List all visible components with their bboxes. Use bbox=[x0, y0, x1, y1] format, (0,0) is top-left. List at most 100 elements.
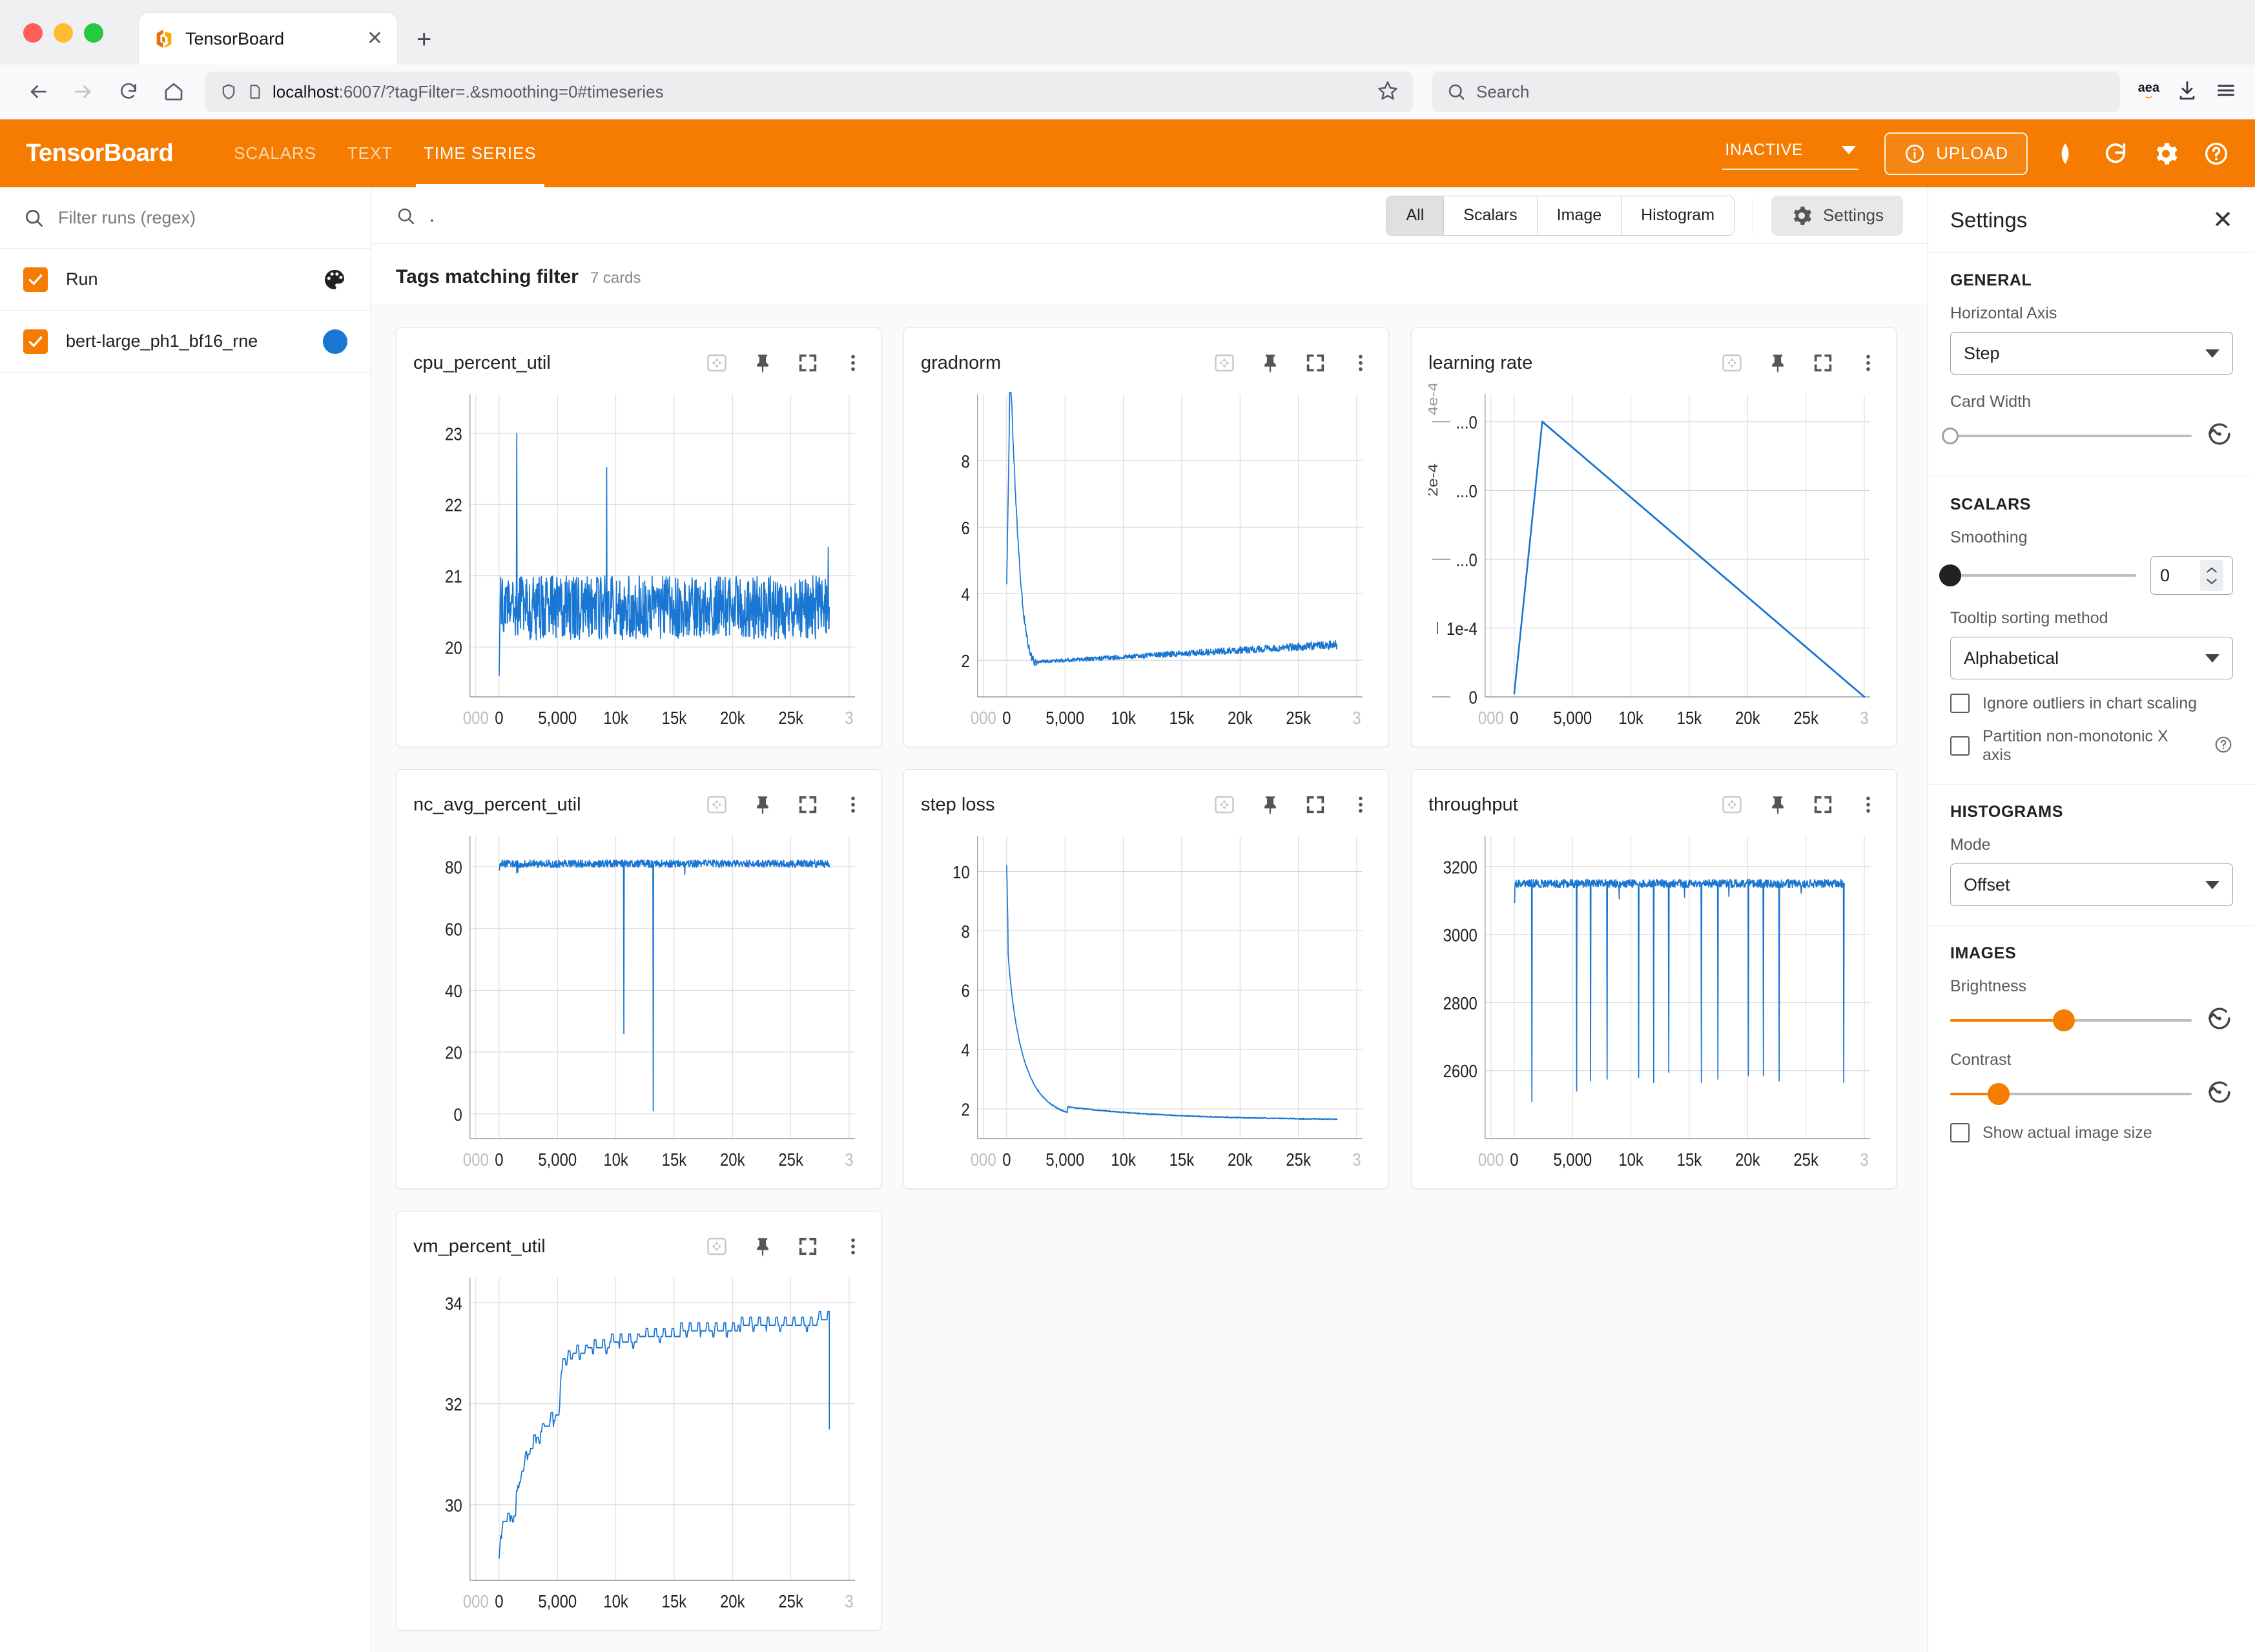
data-fit-icon[interactable] bbox=[1213, 351, 1236, 375]
reset-contrast-icon[interactable] bbox=[2206, 1079, 2233, 1109]
horizontal-axis-select[interactable]: Step bbox=[1950, 332, 2233, 375]
data-fit-icon[interactable] bbox=[1720, 351, 1744, 375]
data-fit-icon[interactable] bbox=[1213, 793, 1236, 816]
ignore-outliers-checkbox[interactable] bbox=[1950, 694, 1970, 713]
chart-plot[interactable]: 34323000005,00010k15k20k25k3 bbox=[413, 1267, 864, 1621]
cards-scroll-area[interactable]: Tags matching filter 7 cards cpu_percent… bbox=[371, 244, 1928, 1652]
home-button[interactable] bbox=[154, 72, 194, 112]
pin-icon[interactable] bbox=[1767, 794, 1789, 816]
pin-icon[interactable] bbox=[752, 794, 774, 816]
pin-icon[interactable] bbox=[1767, 352, 1789, 374]
fullscreen-icon[interactable] bbox=[1304, 352, 1326, 374]
data-fit-icon[interactable] bbox=[705, 351, 728, 375]
smoothing-stepper[interactable] bbox=[2200, 560, 2223, 591]
ignore-outliers-row[interactable]: Ignore outliers in chart scaling bbox=[1950, 694, 2233, 713]
fullscreen-icon[interactable] bbox=[1304, 794, 1326, 816]
reset-brightness-icon[interactable] bbox=[2206, 1005, 2233, 1035]
svg-text:000: 000 bbox=[463, 1591, 489, 1611]
select-all-runs-checkbox[interactable] bbox=[23, 267, 48, 292]
run-item[interactable]: bert-large_ph1_bf16_rne bbox=[0, 311, 371, 373]
pill-scalars[interactable]: Scalars bbox=[1444, 196, 1537, 235]
bookmark-star-icon[interactable] bbox=[1377, 79, 1399, 105]
slider-thumb[interactable] bbox=[1988, 1083, 2010, 1105]
chart-plot[interactable]: 10864200005,00010k15k20k25k3 bbox=[921, 825, 1372, 1179]
close-window-button[interactable] bbox=[23, 23, 43, 43]
svg-text:4: 4 bbox=[961, 584, 969, 604]
downloads-icon[interactable] bbox=[2176, 79, 2198, 105]
chart-plot[interactable]: 320030002800260000005,00010k15k20k25k3 bbox=[1428, 825, 1879, 1179]
smoothing-number-input[interactable]: 0 bbox=[2150, 556, 2233, 595]
more-vert-icon[interactable] bbox=[842, 1235, 864, 1257]
tab-scalars[interactable]: SCALARS bbox=[218, 119, 332, 187]
partition-help-icon[interactable] bbox=[2214, 735, 2233, 758]
fullscreen-icon[interactable] bbox=[1812, 794, 1834, 816]
more-vert-icon[interactable] bbox=[842, 794, 864, 816]
svg-text:15k: 15k bbox=[662, 1149, 687, 1170]
run-status-dropdown[interactable]: INACTIVE bbox=[1722, 137, 1859, 170]
chart-plot[interactable]: ...0...0...01e-404e-42e-400005,00010k15k… bbox=[1428, 384, 1879, 738]
upload-button[interactable]: UPLOAD bbox=[1884, 132, 2028, 175]
dark-mode-icon[interactable] bbox=[2052, 141, 2078, 167]
tooltip-sorting-select[interactable]: Alphabetical bbox=[1950, 637, 2233, 679]
fullscreen-icon[interactable] bbox=[797, 1235, 819, 1257]
slider-thumb[interactable] bbox=[1942, 428, 1959, 444]
show-actual-size-checkbox[interactable] bbox=[1950, 1123, 1970, 1142]
minimize-window-button[interactable] bbox=[54, 23, 73, 43]
data-fit-icon[interactable] bbox=[705, 1235, 728, 1258]
slider-thumb[interactable] bbox=[1939, 564, 1961, 586]
aea-extension-icon[interactable]: aea ⌣ bbox=[2138, 81, 2159, 102]
reload-button[interactable] bbox=[108, 72, 149, 112]
pill-all[interactable]: All bbox=[1386, 196, 1444, 235]
partition-x-axis-row[interactable]: Partition non-monotonic X axis bbox=[1950, 727, 2233, 765]
fullscreen-icon[interactable] bbox=[1812, 352, 1834, 374]
reset-card-width-icon[interactable] bbox=[2206, 420, 2233, 451]
pin-icon[interactable] bbox=[1259, 794, 1281, 816]
more-vert-icon[interactable] bbox=[1350, 352, 1372, 374]
browser-search-box[interactable]: Search bbox=[1432, 72, 2120, 112]
close-settings-icon[interactable]: ✕ bbox=[2212, 208, 2233, 232]
data-fit-icon[interactable] bbox=[1720, 793, 1744, 816]
browser-menu-icon[interactable] bbox=[2215, 79, 2237, 105]
browser-tab[interactable]: TensorBoard ✕ bbox=[139, 13, 397, 65]
pin-icon[interactable] bbox=[1259, 352, 1281, 374]
forward-button[interactable] bbox=[63, 72, 103, 112]
chart-plot[interactable]: 2322212000005,00010k15k20k25k3 bbox=[413, 384, 864, 738]
settings-gear-icon[interactable] bbox=[2153, 141, 2179, 167]
back-button[interactable] bbox=[18, 72, 58, 112]
tab-time-series[interactable]: TIME SERIES bbox=[408, 119, 552, 187]
run-checkbox[interactable] bbox=[23, 329, 48, 354]
maximize-window-button[interactable] bbox=[84, 23, 103, 43]
partition-x-axis-checkbox[interactable] bbox=[1950, 736, 1970, 756]
histogram-mode-select[interactable]: Offset bbox=[1950, 863, 2233, 906]
runs-filter-input[interactable]: Filter runs (regex) bbox=[0, 187, 371, 249]
color-palette-icon[interactable] bbox=[322, 267, 347, 293]
refresh-icon[interactable] bbox=[2103, 141, 2128, 167]
card-width-slider[interactable] bbox=[1950, 423, 2192, 449]
slider-thumb[interactable] bbox=[2053, 1009, 2075, 1031]
pin-icon[interactable] bbox=[752, 352, 774, 374]
pill-image[interactable]: Image bbox=[1538, 196, 1622, 235]
tag-filter-value: . bbox=[429, 205, 435, 226]
new-tab-button[interactable]: + bbox=[417, 25, 431, 65]
more-vert-icon[interactable] bbox=[842, 352, 864, 374]
address-bar[interactable]: localhost:6007/?tagFilter=.&smoothing=0#… bbox=[205, 72, 1413, 112]
tag-filter-input[interactable]: . bbox=[396, 205, 1386, 226]
close-tab-icon[interactable]: ✕ bbox=[367, 29, 383, 48]
tab-text[interactable]: TEXT bbox=[332, 119, 408, 187]
more-vert-icon[interactable] bbox=[1857, 794, 1879, 816]
chart-plot[interactable]: 80604020000005,00010k15k20k25k3 bbox=[413, 825, 864, 1179]
fullscreen-icon[interactable] bbox=[797, 352, 819, 374]
fullscreen-icon[interactable] bbox=[797, 794, 819, 816]
more-vert-icon[interactable] bbox=[1857, 352, 1879, 374]
chart-plot[interactable]: 864200005,00010k15k20k25k3 bbox=[921, 384, 1372, 738]
brightness-slider[interactable] bbox=[1950, 1007, 2192, 1033]
contrast-slider[interactable] bbox=[1950, 1081, 2192, 1107]
pin-icon[interactable] bbox=[752, 1235, 774, 1257]
pill-histogram[interactable]: Histogram bbox=[1622, 196, 1734, 235]
data-fit-icon[interactable] bbox=[705, 793, 728, 816]
help-icon[interactable] bbox=[2203, 141, 2229, 167]
more-vert-icon[interactable] bbox=[1350, 794, 1372, 816]
show-actual-size-row[interactable]: Show actual image size bbox=[1950, 1123, 2233, 1142]
smoothing-slider[interactable] bbox=[1950, 563, 2136, 588]
settings-toggle-button[interactable]: Settings bbox=[1771, 196, 1903, 236]
